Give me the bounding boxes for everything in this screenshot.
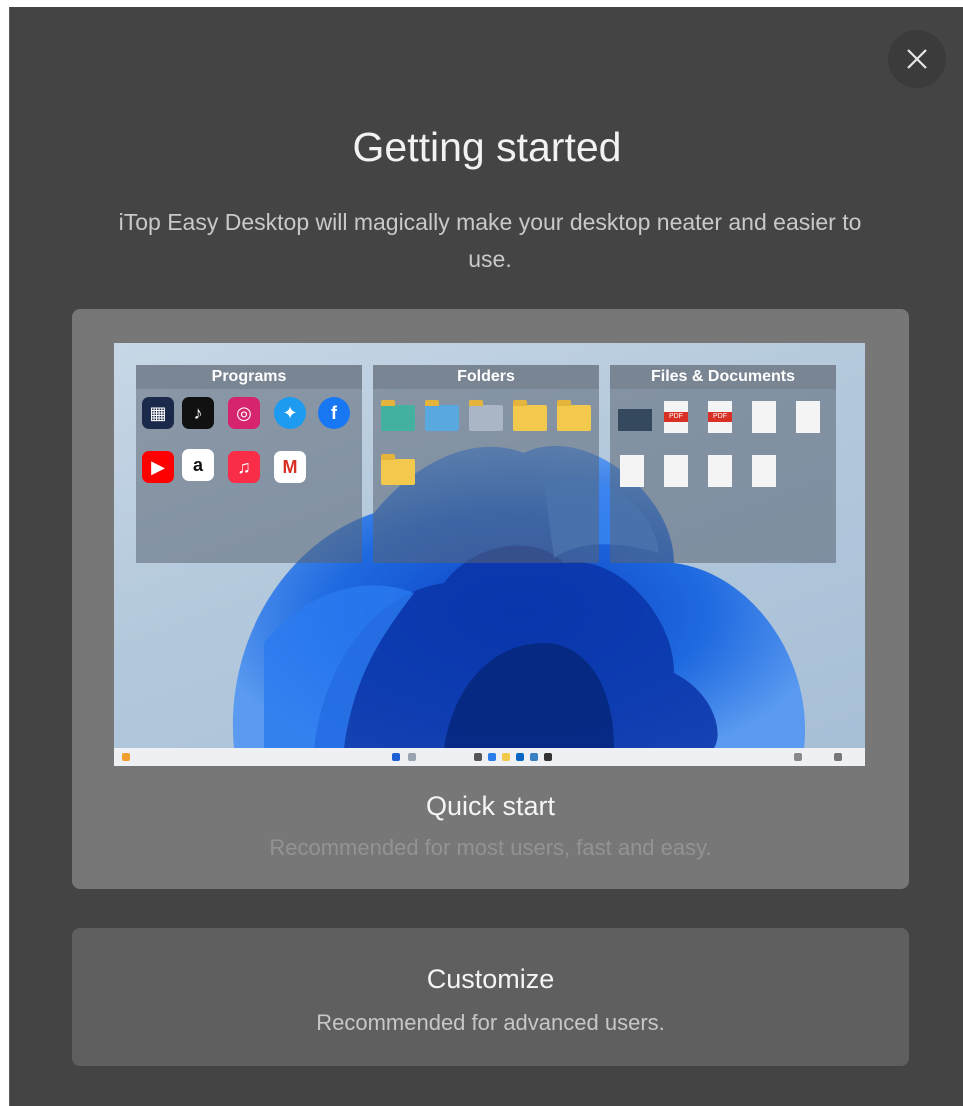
taskbar-preview <box>114 748 865 766</box>
app-grid-icon: ▦ <box>142 397 174 429</box>
amazon-icon: a <box>182 449 214 481</box>
gmail-icon: M <box>274 451 306 483</box>
taskview-icon <box>474 753 482 761</box>
pdf-file-icon <box>708 401 732 433</box>
file-icon <box>620 455 644 487</box>
downloads-folder-icon <box>381 400 415 431</box>
twitter-icon: ✦ <box>274 397 306 429</box>
quick-start-title: Quick start <box>425 791 556 821</box>
image-file-icon <box>618 409 652 431</box>
file-icon <box>664 455 688 487</box>
folder-icon <box>557 400 591 431</box>
getting-started-dialog: Getting started iTop Easy Desktop will m… <box>9 7 963 1106</box>
panel-title: Programs <box>136 365 362 389</box>
pictures-folder-icon <box>425 400 459 431</box>
quick-start-option[interactable]: Programs ▦ ♪ ◎ ✦ f ▶ a ♫ M Folders Files… <box>72 309 909 889</box>
store-icon <box>516 753 524 761</box>
quick-start-preview-image: Programs ▦ ♪ ◎ ✦ f ▶ a ♫ M Folders Files… <box>114 343 865 766</box>
pdf-file-icon <box>664 401 688 433</box>
programs-panel: Programs ▦ ♪ ◎ ✦ f ▶ a ♫ M <box>136 365 362 563</box>
close-button[interactable] <box>888 30 946 88</box>
panel-title: Folders <box>373 365 599 389</box>
documents-folder-icon <box>469 400 503 431</box>
tiktok-icon: ♪ <box>182 397 214 429</box>
app-icon <box>544 753 552 761</box>
start-icon <box>392 753 400 761</box>
weather-icon <box>122 753 130 761</box>
edge-icon <box>488 753 496 761</box>
instagram-icon: ◎ <box>228 397 260 429</box>
panel-title: Files & Documents <box>610 365 836 389</box>
folder-icon <box>513 400 547 431</box>
quick-start-description: Recommended for most users, fast and eas… <box>269 835 712 860</box>
clock-icon <box>834 753 842 761</box>
dialog-title: Getting started <box>352 124 622 170</box>
customize-description: Recommended for advanced users. <box>316 1010 665 1035</box>
customize-option[interactable]: Customize Recommended for advanced users… <box>72 928 909 1066</box>
mail-icon <box>530 753 538 761</box>
folder-icon <box>381 454 415 485</box>
music-icon: ♫ <box>228 451 260 483</box>
folders-panel: Folders <box>373 365 599 563</box>
file-icon <box>752 401 776 433</box>
close-icon <box>907 49 927 69</box>
file-icon <box>708 455 732 487</box>
customize-title: Customize <box>426 964 555 994</box>
file-icon <box>752 455 776 487</box>
facebook-icon: f <box>318 397 350 429</box>
tray-icon <box>794 753 802 761</box>
dialog-subtitle: iTop Easy Desktop will magically make yo… <box>118 209 862 272</box>
file-icon <box>796 401 820 433</box>
explorer-icon <box>502 753 510 761</box>
youtube-icon: ▶ <box>142 451 174 483</box>
search-icon <box>408 753 416 761</box>
files-documents-panel: Files & Documents <box>610 365 836 563</box>
